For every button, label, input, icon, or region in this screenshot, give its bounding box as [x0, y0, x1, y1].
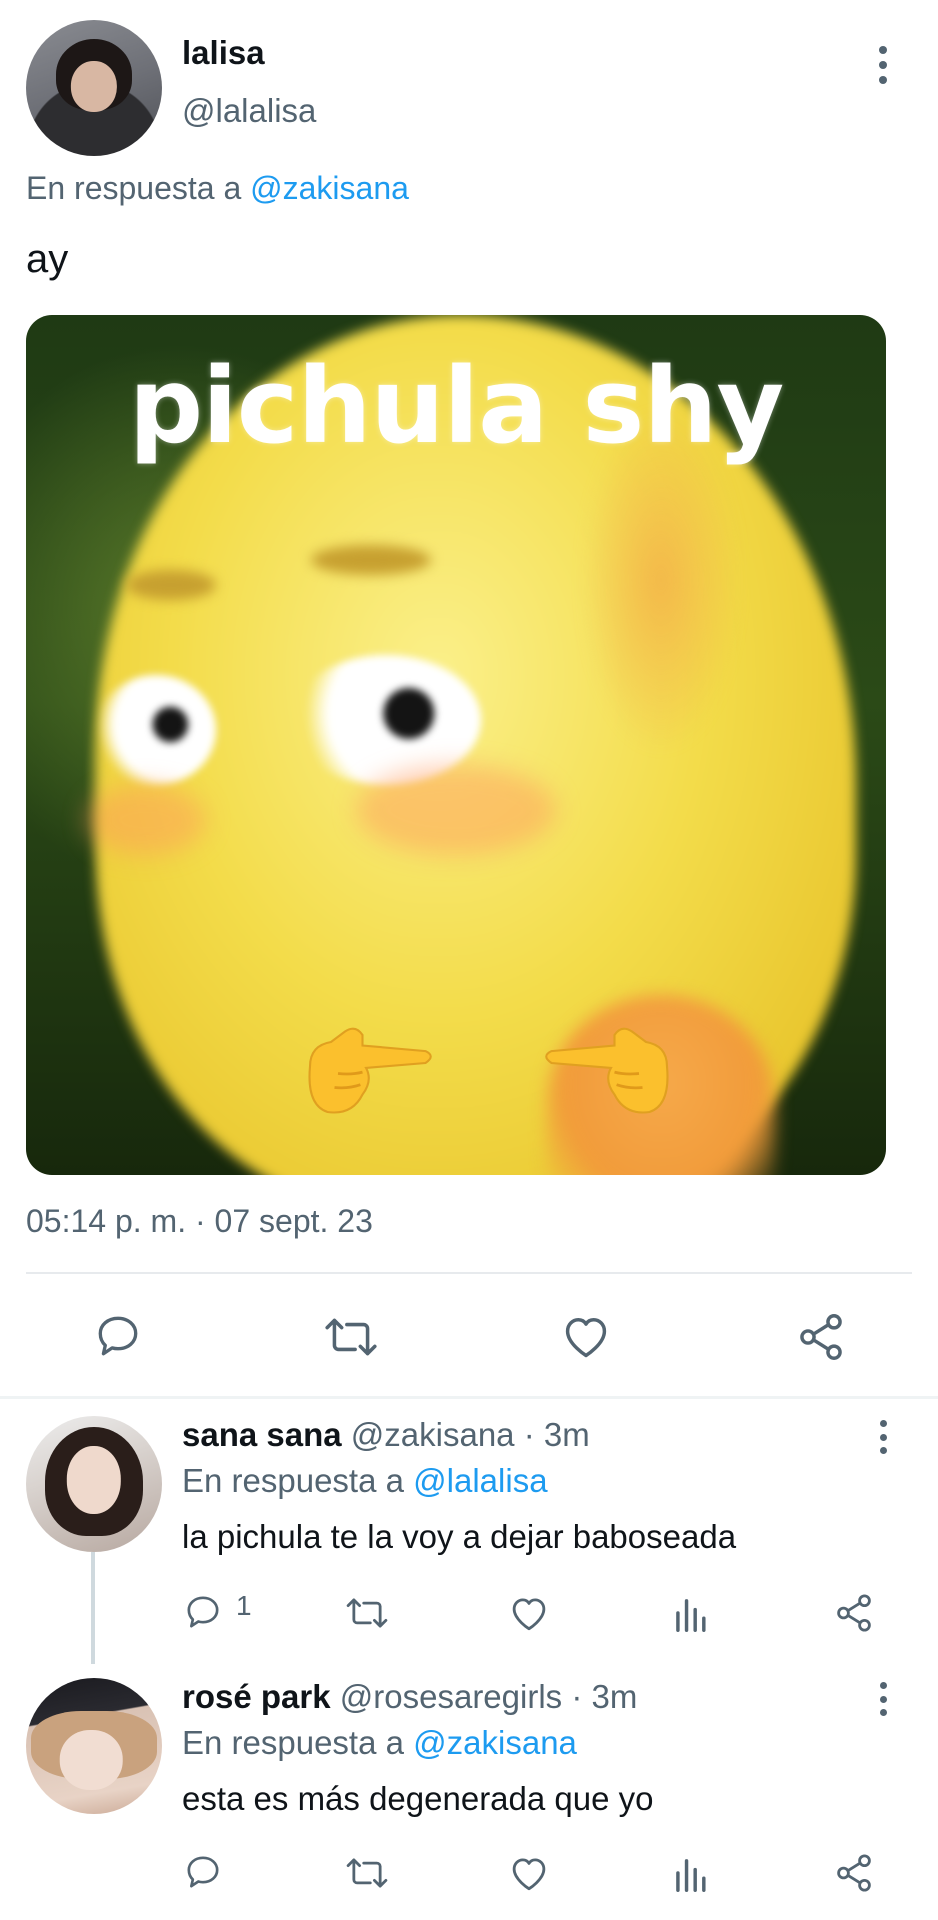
reply-header: sana sana @zakisana · 3m — [182, 1416, 590, 1454]
main-tweet: lalisa @lalalisa En respuesta a @zakisan… — [0, 0, 938, 1399]
tweet-detail-page: lalisa @lalalisa En respuesta a @zakisan… — [0, 0, 938, 1920]
like-icon[interactable] — [508, 1593, 550, 1633]
author-handle[interactable]: @rosesaregirls — [340, 1678, 562, 1715]
more-options-icon[interactable] — [877, 1420, 889, 1454]
reply-context: En respuesta a @zakisana — [26, 170, 409, 207]
divider — [0, 1396, 938, 1399]
reply-text: esta es más degenerada que yo — [182, 1780, 654, 1817]
reply-icon[interactable] — [183, 1852, 223, 1892]
retweet-icon[interactable] — [344, 1853, 390, 1893]
reply-time: · 3m — [514, 1416, 590, 1453]
avatar-face — [70, 60, 118, 113]
avatar-face — [66, 1445, 122, 1514]
pointing-hand-left-icon — [545, 1027, 669, 1114]
chick-blush-right — [356, 765, 556, 855]
views-icon[interactable] — [672, 1854, 708, 1892]
reply-count: 1 — [236, 1590, 252, 1621]
tweet-action-bar — [0, 1274, 938, 1398]
more-options-icon[interactable] — [877, 46, 889, 84]
reply-icon[interactable] — [183, 1592, 223, 1632]
retweet-icon[interactable] — [344, 1593, 390, 1633]
share-icon[interactable] — [833, 1592, 875, 1634]
reply-header: rosé park @rosesaregirls · 3m — [182, 1678, 637, 1716]
reply-prefix: En respuesta a — [182, 1724, 414, 1761]
tweet-timestamp: 05:14 p. m. · 07 sept. 23 — [26, 1203, 373, 1239]
author-name[interactable]: lalisa — [182, 34, 265, 72]
like-icon[interactable] — [508, 1853, 550, 1893]
reply-action-bar: 1 — [0, 1584, 938, 1644]
reply-action-bar — [0, 1846, 938, 1906]
author-name[interactable]: sana sana — [182, 1416, 342, 1453]
reply-prefix: En respuesta a — [182, 1462, 414, 1499]
reply-tweet[interactable]: rosé park @rosesaregirls · 3m En respues… — [0, 1662, 938, 1920]
chick-eye-left — [96, 675, 216, 785]
share-icon[interactable] — [795, 1311, 847, 1363]
reply-context: En respuesta a @lalalisa — [182, 1462, 548, 1500]
like-icon[interactable] — [560, 1311, 612, 1361]
media-caption: pichula shy — [128, 345, 785, 467]
reply-context: En respuesta a @zakisana — [182, 1724, 577, 1762]
retweet-icon[interactable] — [322, 1312, 380, 1362]
chick-brow-right — [311, 545, 431, 575]
avatar-face — [59, 1729, 123, 1790]
reply-to-link[interactable]: @zakisana — [413, 1724, 577, 1761]
reply-tweet[interactable]: sana sana @zakisana · 3m En respuesta a … — [0, 1400, 938, 1664]
avatar[interactable] — [26, 1678, 162, 1814]
reply-prefix: En respuesta a — [26, 170, 251, 206]
author-handle[interactable]: @zakisana — [351, 1416, 515, 1453]
tweet-text: ay — [26, 237, 69, 281]
chick-blush-left — [86, 785, 206, 855]
pointing-hand-right-icon — [308, 1027, 432, 1114]
views-icon[interactable] — [672, 1594, 708, 1632]
tweet-media-image[interactable]: pichula shy — [26, 315, 886, 1175]
reply-icon[interactable] — [93, 1311, 143, 1361]
reply-time: · 3m — [562, 1678, 638, 1715]
author-handle[interactable]: @lalalisa — [182, 92, 316, 130]
avatar[interactable] — [26, 20, 162, 156]
more-options-icon[interactable] — [877, 1682, 889, 1716]
reply-to-link[interactable]: @lalalisa — [413, 1462, 547, 1499]
chick-brow-left — [126, 570, 216, 600]
reply-text: la pichula te la voy a dejar baboseada — [182, 1518, 737, 1555]
avatar[interactable] — [26, 1416, 162, 1552]
share-icon[interactable] — [833, 1852, 875, 1894]
reply-to-link[interactable]: @zakisana — [250, 170, 409, 206]
author-name[interactable]: rosé park — [182, 1678, 331, 1715]
